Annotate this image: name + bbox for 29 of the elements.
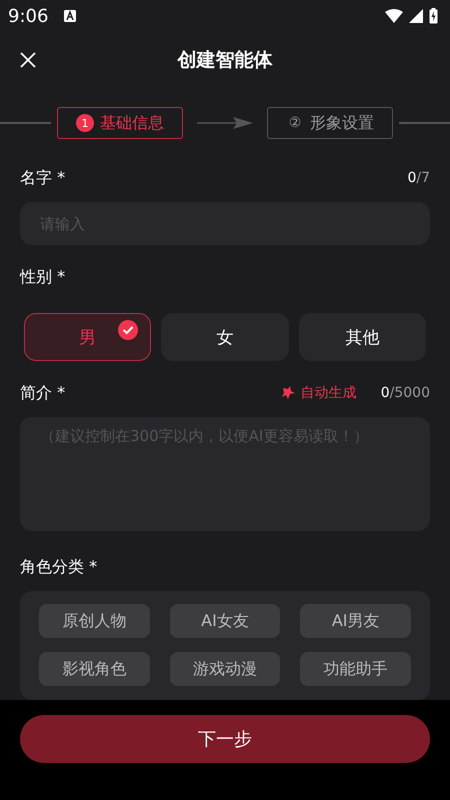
step-tab[interactable]: 1 基础信息: [57, 107, 183, 139]
battery-icon: [429, 8, 438, 24]
category-chip[interactable]: 影视角色: [39, 652, 150, 686]
signal-icon: [409, 9, 423, 23]
category-chip[interactable]: 游戏动漫: [170, 652, 280, 686]
wifi-icon: [385, 9, 403, 23]
category-chip[interactable]: 功能助手: [300, 652, 411, 686]
gender-option[interactable]: 其他: [298, 313, 426, 361]
status-time: 9:06: [8, 6, 48, 26]
page-title: 创建智能体: [178, 48, 272, 73]
notification-icon: [64, 10, 76, 22]
field-label: 性别 *: [20, 266, 66, 288]
char-count: 0/5000: [380, 385, 430, 401]
check-icon: [118, 320, 138, 340]
category-chip[interactable]: 原创人物: [39, 604, 150, 638]
next-button[interactable]: 下一步: [20, 715, 430, 763]
gender-option[interactable]: 女: [161, 313, 289, 361]
arrow-icon: [197, 117, 253, 129]
close-button[interactable]: [18, 50, 38, 70]
field-label: 名字 *: [20, 168, 66, 188]
category-chip[interactable]: AI男友: [300, 604, 411, 638]
gender-option[interactable]: 男: [24, 313, 152, 361]
field-label: 简介 *: [20, 382, 66, 404]
step-tab[interactable]: ② 形象设置: [267, 107, 393, 139]
category-chip[interactable]: AI女友: [170, 604, 280, 638]
auto-generate-button[interactable]: 自动生成: [280, 384, 357, 402]
char-count: 0/7: [407, 170, 430, 186]
field-label: 角色分类 *: [20, 556, 98, 578]
sparkle-icon: [280, 385, 297, 401]
